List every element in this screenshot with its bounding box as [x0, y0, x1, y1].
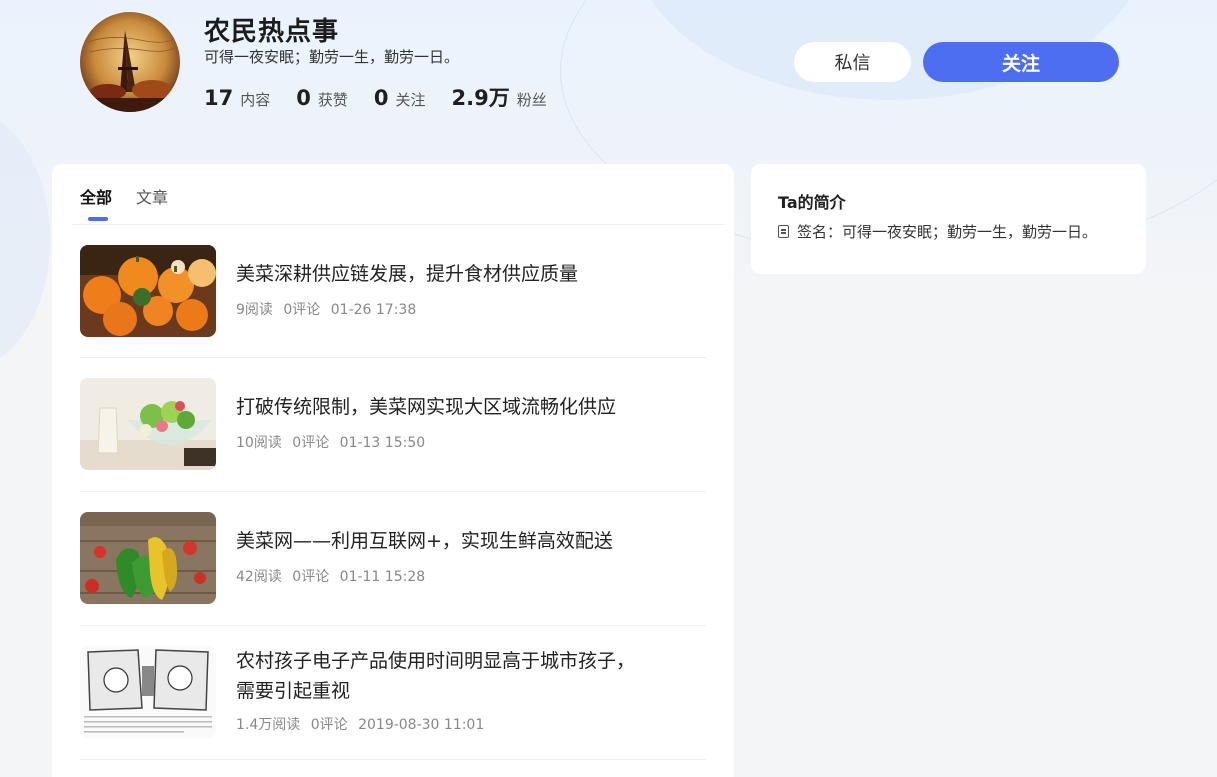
stat-fans[interactable]: 2.9万 粉丝 — [452, 82, 547, 112]
article-meta: 10阅读 0评论 01-13 15:50 — [236, 432, 431, 452]
article-comments: 0评论 — [283, 302, 321, 318]
message-button[interactable]: 私信 — [794, 42, 911, 82]
tab-divider — [72, 224, 724, 225]
follow-button[interactable]: 关注 — [923, 42, 1119, 82]
article-reads: 1.4万阅读 — [236, 717, 301, 733]
article-meta: 1.4万阅读 0评论 2019-08-30 11:01 — [236, 714, 490, 734]
profile-name: 农民热点事 — [204, 17, 340, 47]
article-time: 01-26 17:38 — [330, 302, 417, 318]
article-item[interactable]: 打破传统限制，美菜网实现大区域流畅化供应 10阅读 0评论 01-13 15:5… — [80, 358, 706, 492]
article-time: 01-13 15:50 — [339, 435, 426, 451]
stat-value: 2.9万 — [451, 86, 510, 110]
article-list-card: 全部 文章 美菜深耕供应链发展，提升食材供应质量 9阅读 0评论 01-26 1… — [52, 164, 734, 777]
intro-signature: 签名：可得一夜安眠；勤劳一生，勤劳一日。 — [778, 221, 1097, 242]
article-time: 01-11 15:28 — [339, 569, 426, 585]
salad-image[interactable] — [80, 378, 216, 470]
profile-page: 农民热点事 可得一夜安眠；勤劳一生，勤劳一日。 17 内容 0 获赞 0 关注 … — [0, 0, 1217, 777]
article-comments: 0评论 — [310, 717, 348, 733]
peppers-image[interactable] — [80, 512, 216, 604]
stat-following[interactable]: 0 关注 — [374, 86, 426, 110]
article-item[interactable]: 农村孩子电子产品使用时间明显高于城市孩子，需要引起重视 1.4万阅读 0评论 2… — [80, 626, 706, 760]
stat-content[interactable]: 17 内容 — [204, 86, 270, 110]
stat-label: 获赞 — [317, 91, 348, 109]
article-title[interactable]: 美菜网——利用互联网+，实现生鲜高效配送 — [236, 526, 656, 556]
tab-all[interactable]: 全部 — [80, 184, 112, 221]
article-title[interactable]: 美菜深耕供应链发展，提升食材供应质量 — [236, 259, 636, 289]
profile-signature: 可得一夜安眠；勤劳一生，勤劳一日。 — [204, 48, 460, 66]
stat-label: 内容 — [240, 91, 271, 109]
background-decoration — [0, 110, 50, 370]
article-comments: 0评论 — [292, 435, 330, 451]
profile-stats: 17 内容 0 获赞 0 关注 2.9万 粉丝 — [204, 82, 573, 112]
stat-value: 0 — [296, 86, 311, 110]
article-time: 2019-08-30 11:01 — [358, 717, 485, 733]
article-item[interactable]: 美菜深耕供应链发展，提升食材供应质量 9阅读 0评论 01-26 17:38 — [80, 245, 706, 358]
stat-value: 0 — [373, 86, 389, 110]
article-title[interactable]: 打破传统限制，美菜网实现大区域流畅化供应 — [236, 392, 656, 422]
pumpkins-image[interactable] — [80, 245, 216, 337]
tab-articles[interactable]: 文章 — [136, 184, 168, 208]
comic-image[interactable] — [80, 646, 216, 738]
stat-likes: 0 获赞 — [296, 86, 348, 110]
stat-label: 关注 — [395, 91, 426, 109]
avatar[interactable] — [80, 12, 180, 112]
article-title[interactable]: 农村孩子电子产品使用时间明显高于城市孩子，需要引起重视 — [236, 646, 636, 706]
intro-signature-text: 签名：可得一夜安眠；勤劳一生，勤劳一日。 — [797, 223, 1098, 241]
article-item[interactable]: 美菜网——利用互联网+，实现生鲜高效配送 42阅读 0评论 01-11 15:2… — [80, 492, 706, 626]
document-icon — [778, 225, 789, 238]
article-meta: 42阅读 0评论 01-11 15:28 — [236, 566, 431, 586]
article-reads: 10阅读 — [236, 435, 282, 451]
article-reads: 42阅读 — [236, 569, 282, 585]
intro-card: Ta的简介 签名：可得一夜安眠；勤劳一生，勤劳一日。 — [751, 164, 1146, 274]
stat-value: 17 — [204, 86, 234, 110]
article-comments: 0评论 — [292, 569, 330, 585]
article-reads: 9阅读 — [236, 302, 273, 318]
article-meta: 9阅读 0评论 01-26 17:38 — [236, 299, 422, 319]
stat-label: 粉丝 — [516, 91, 547, 109]
content-tabs: 全部 文章 — [80, 184, 192, 221]
intro-title: Ta的简介 — [778, 193, 846, 212]
